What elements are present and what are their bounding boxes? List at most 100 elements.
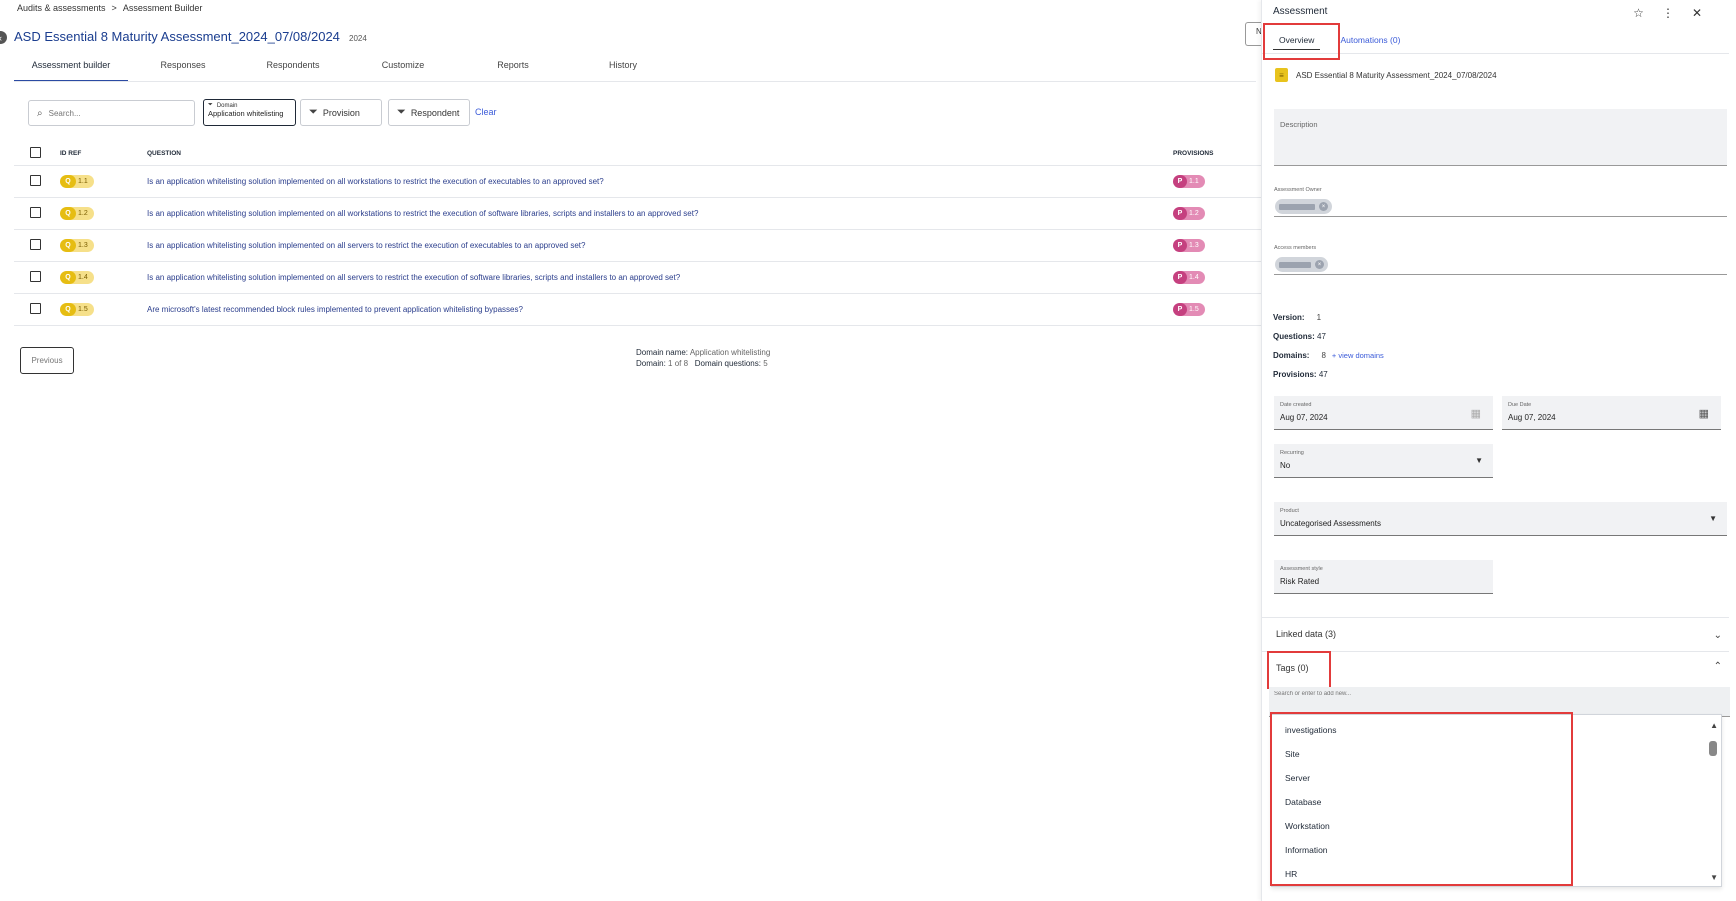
more-vert-icon[interactable]: ⋮ [1662,6,1674,20]
table-row[interactable]: Q 1.2 Is an application whitelisting solu… [14,198,1266,230]
provisions-label: Provisions: [1273,370,1317,379]
scroll-up-icon[interactable]: ▲ [1710,721,1718,730]
domain-filter-label: Domain [216,102,238,109]
question-badge-letter: Q [60,175,76,188]
domain-name-value: Application whitelisting [689,348,771,357]
member-chip[interactable]: × [1275,257,1328,272]
row-checkbox[interactable] [30,239,41,250]
remove-chip-icon[interactable]: × [1315,260,1324,269]
tab-history[interactable]: History [568,52,678,82]
tag-search-input[interactable] [1274,691,1574,697]
tag-option[interactable]: Workstation [1285,821,1330,831]
domain-filter-button[interactable]: ⏷ Domain Application whitelisting [203,99,296,126]
header-id-ref[interactable]: ID REF [60,150,147,157]
row-checkbox[interactable] [30,271,41,282]
assessment-style-field[interactable]: Assessment style Risk Rated [1274,560,1493,594]
page-title: ASD Essential 8 Maturity Assessment_2024… [14,29,340,44]
assessment-owner-field[interactable]: Assessment Owner × [1274,187,1727,217]
provision-badge[interactable]: P 1.3 [1173,239,1205,252]
date-created-field[interactable]: Date created Aug 07, 2024 ▦ [1274,396,1493,430]
tag-option[interactable]: Information [1285,845,1328,855]
question-text[interactable]: Is an application whitelisting solution … [147,241,1173,250]
breadcrumb: Audits & assessments > Assessment Builde… [17,3,202,13]
question-text[interactable]: Are microsoft's latest recommended block… [147,305,1173,314]
remove-chip-icon[interactable]: × [1319,202,1328,211]
recurring-label: Recurring [1280,450,1304,456]
tags-header[interactable]: Tags (0) [1276,663,1309,673]
search-input[interactable] [48,108,179,118]
question-text[interactable]: Is an application whitelisting solution … [147,177,1173,186]
tag-option[interactable]: HR [1285,869,1297,879]
tag-option[interactable]: Server [1285,773,1310,783]
row-checkbox[interactable] [30,175,41,186]
description-field[interactable]: Description [1274,109,1727,166]
tag-option[interactable]: Site [1285,749,1300,759]
assessment-style-label: Assessment style [1280,566,1323,572]
provision-filter-label: Provision [322,107,360,118]
breadcrumb-parent[interactable]: Audits & assessments [17,3,106,13]
date-created-label: Date created [1280,402,1312,408]
page: Audits & assessments > Assessment Builde… [0,0,1736,901]
tab-bar: Assessment builder Responses Respondents… [14,52,678,82]
table-row[interactable]: Q 1.1 Is an application whitelisting solu… [14,166,1266,198]
star-icon[interactable]: ☆ [1633,6,1644,20]
clear-filters-link[interactable]: Clear [475,107,497,117]
back-button[interactable]: ‹ [0,31,7,44]
product-select[interactable]: Product Uncategorised Assessments ▼ [1274,502,1727,536]
chevron-down-icon[interactable]: ⌄ [1714,630,1722,641]
filter-icon: ⏷ [208,102,213,108]
table-row[interactable]: Q 1.5 Are microsoft's latest recommended … [14,294,1266,326]
provision-badge-letter: P [1173,239,1187,252]
panel-actions: ☆ ⋮ ✕ [1633,6,1702,20]
question-text[interactable]: Is an application whitelisting solution … [147,273,1173,282]
table-header: ID REF QUESTION PROVISIONS [14,141,1266,166]
calendar-icon[interactable]: ▦ [1471,407,1481,420]
tab-overview[interactable]: Overview [1273,31,1321,50]
close-icon[interactable]: ✕ [1692,6,1702,20]
previous-button[interactable]: Previous [20,347,74,374]
tab-reports[interactable]: Reports [458,52,568,82]
provision-filter-button[interactable]: ⏷ Provision [300,99,382,126]
provision-badge[interactable]: P 1.2 [1173,207,1205,220]
document-icon: ≡ [1275,68,1288,82]
scrollbar-thumb[interactable] [1709,741,1717,756]
row-checkbox[interactable] [30,207,41,218]
table-row[interactable]: Q 1.4 Is an application whitelisting solu… [14,262,1266,294]
domain-info: Domain name: Application whitelisting Do… [636,347,770,369]
filter-icon: ⏷ [397,106,406,118]
tab-respondents[interactable]: Respondents [238,52,348,82]
provision-badge-letter: P [1173,303,1187,316]
domain-questions-value: 5 [763,359,768,368]
questions-label: Questions: [1273,332,1315,341]
respondent-filter-button[interactable]: ⏷ Respondent [388,99,470,126]
tab-customize[interactable]: Customize [348,52,458,82]
provision-badge[interactable]: P 1.1 [1173,175,1205,188]
view-domains-link[interactable]: + view domains [1332,351,1384,360]
divider [1262,651,1729,652]
tab-assessment-builder[interactable]: Assessment builder [14,52,128,82]
owner-chip[interactable]: × [1275,199,1332,214]
due-date-field[interactable]: Due Date Aug 07, 2024 ▦ [1502,396,1721,430]
access-members-label: Access members [1274,245,1317,251]
tab-responses[interactable]: Responses [128,52,238,82]
question-badge-letter: Q [60,271,76,284]
chevron-up-icon[interactable]: ⌃ [1714,661,1722,672]
question-text[interactable]: Is an application whitelisting solution … [147,209,1173,218]
table-row[interactable]: Q 1.3 Is an application whitelisting solu… [14,230,1266,262]
due-date-value: Aug 07, 2024 [1508,413,1556,422]
domain-questions-label: Domain questions: [694,359,761,368]
row-checkbox[interactable] [30,303,41,314]
header-question[interactable]: QUESTION [147,150,1173,157]
tab-automations[interactable]: Automations (0) [1334,31,1406,50]
provision-badge[interactable]: P 1.4 [1173,271,1205,284]
linked-data-header[interactable]: Linked data (3) [1276,629,1336,639]
provision-badge[interactable]: P 1.5 [1173,303,1205,316]
header-provisions[interactable]: PROVISIONS [1173,150,1266,157]
recurring-select[interactable]: Recurring No ▼ [1274,444,1493,478]
access-members-field[interactable]: Access members × [1274,245,1727,275]
select-all-checkbox[interactable] [30,146,41,158]
scroll-down-icon[interactable]: ▼ [1710,873,1718,882]
tag-option[interactable]: investigations [1285,725,1337,735]
tag-option[interactable]: Database [1285,797,1321,807]
calendar-icon[interactable]: ▦ [1699,407,1709,420]
